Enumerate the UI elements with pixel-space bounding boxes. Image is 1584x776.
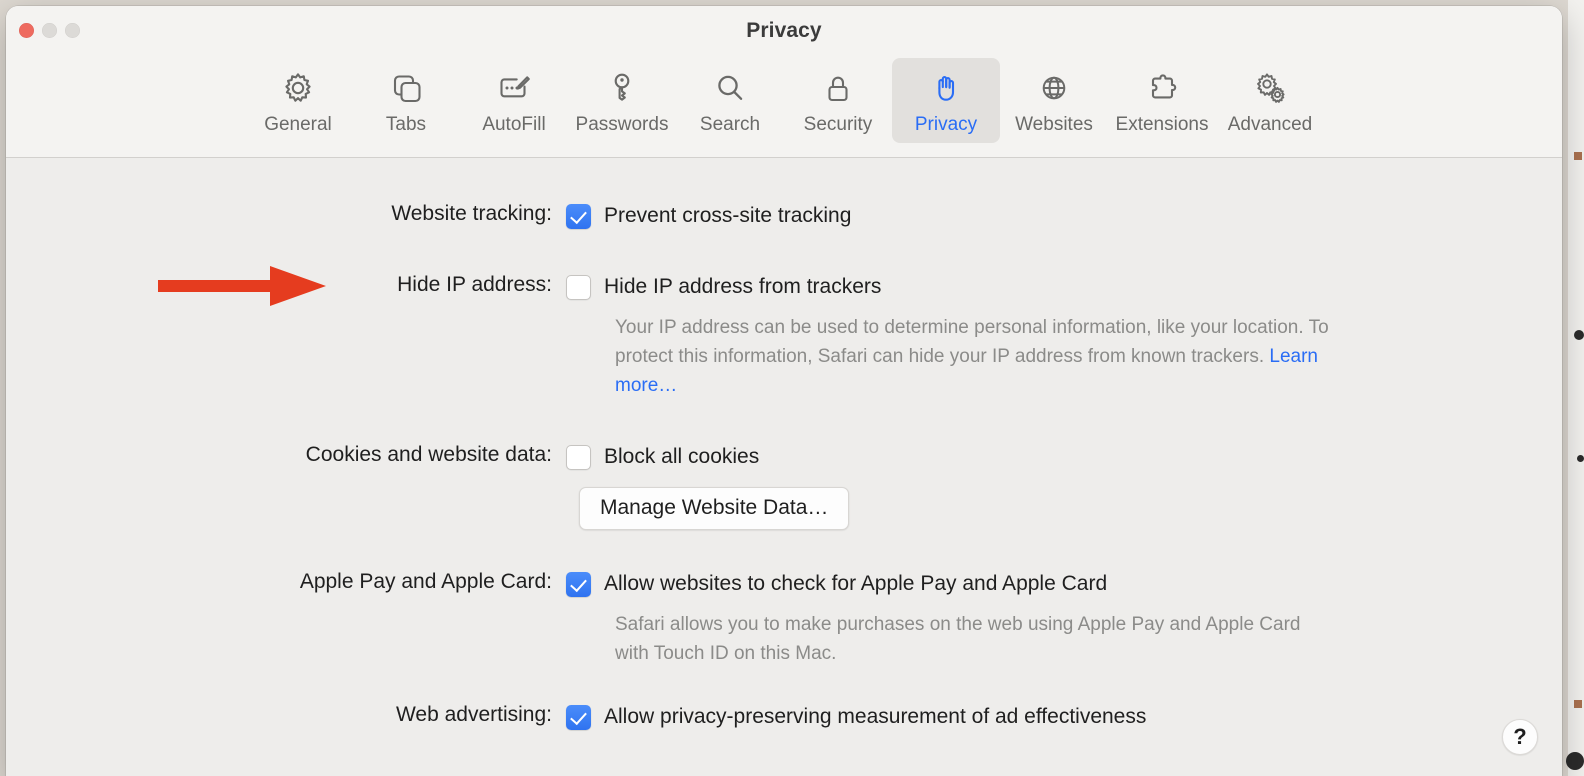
tab-label: Websites bbox=[1015, 114, 1093, 135]
tab-label: Tabs bbox=[385, 114, 427, 135]
key-icon bbox=[602, 68, 642, 108]
search-icon bbox=[710, 68, 750, 108]
lock-icon bbox=[818, 68, 858, 108]
tab-label: Extensions bbox=[1115, 114, 1209, 135]
background-dot-1 bbox=[1574, 330, 1584, 340]
preferences-toolbar: General Tabs AutoFill Passwords Search S… bbox=[6, 58, 1562, 143]
prevent-cross-site-tracking-checkbox[interactable] bbox=[566, 204, 591, 229]
tab-label: Passwords bbox=[575, 114, 669, 135]
tab-general[interactable]: General bbox=[244, 58, 352, 143]
prevent-cross-site-tracking-label[interactable]: Prevent cross-site tracking bbox=[604, 202, 851, 230]
background-dot-2 bbox=[1577, 455, 1584, 462]
allow-ad-measurement-label[interactable]: Allow privacy-preserving measurement of … bbox=[604, 703, 1146, 731]
apple-pay-control: Allow websites to check for Apple Pay an… bbox=[566, 570, 1107, 598]
web-advertising-control: Allow privacy-preserving measurement of … bbox=[566, 703, 1146, 731]
tab-label: Privacy bbox=[914, 114, 978, 135]
cookies-label: Cookies and website data: bbox=[305, 443, 552, 466]
tab-security[interactable]: Security bbox=[784, 58, 892, 143]
tab-search[interactable]: Search bbox=[676, 58, 784, 143]
help-button[interactable]: ? bbox=[1502, 719, 1538, 755]
setting-row-website-tracking: Website tracking: Prevent cross-site tra… bbox=[6, 202, 851, 230]
hide-ip-description: Your IP address can be used to determine… bbox=[615, 313, 1335, 400]
apple-pay-label: Apple Pay and Apple Card: bbox=[299, 570, 552, 593]
tab-extensions[interactable]: Extensions bbox=[1108, 58, 1216, 143]
setting-row-apple-pay: Apple Pay and Apple Card: Allow websites… bbox=[6, 570, 1107, 598]
puzzle-icon bbox=[1142, 68, 1182, 108]
cookies-control: Block all cookies bbox=[566, 443, 759, 471]
hide-ip-from-trackers-label[interactable]: Hide IP address from trackers bbox=[604, 273, 881, 301]
hide-ip-from-trackers-checkbox[interactable] bbox=[566, 275, 591, 300]
block-all-cookies-label[interactable]: Block all cookies bbox=[604, 443, 759, 471]
hide-ip-control: Hide IP address from trackers bbox=[566, 273, 881, 301]
window-title: Privacy bbox=[746, 19, 822, 42]
tab-privacy[interactable]: Privacy bbox=[892, 58, 1000, 143]
background-mark-1 bbox=[1574, 152, 1582, 160]
hide-ip-label: Hide IP address: bbox=[397, 273, 552, 296]
screen: Privacy General Tabs AutoFill Passwords … bbox=[0, 0, 1584, 776]
allow-apple-pay-label[interactable]: Allow websites to check for Apple Pay an… bbox=[604, 570, 1107, 598]
gear-icon bbox=[278, 68, 318, 108]
tab-label: General bbox=[264, 114, 332, 135]
hand-icon bbox=[926, 68, 966, 108]
apple-pay-description: Safari allows you to make purchases on t… bbox=[615, 614, 1301, 664]
website-tracking-control: Prevent cross-site tracking bbox=[566, 202, 851, 230]
tab-label: Search bbox=[699, 114, 761, 135]
globe-icon bbox=[1034, 68, 1074, 108]
manage-website-data-button[interactable]: Manage Website Data… bbox=[579, 487, 850, 530]
setting-row-hide-ip: Hide IP address: Hide IP address from tr… bbox=[6, 273, 881, 301]
window-titlebar: Privacy General Tabs AutoFill Passwords … bbox=[6, 6, 1562, 158]
tab-advanced[interactable]: Advanced bbox=[1216, 58, 1324, 143]
web-advertising-label: Web advertising: bbox=[395, 703, 552, 726]
double-gear-icon bbox=[1250, 68, 1290, 108]
block-all-cookies-checkbox[interactable] bbox=[566, 445, 591, 470]
allow-apple-pay-checkbox[interactable] bbox=[566, 572, 591, 597]
tab-label: AutoFill bbox=[482, 114, 546, 135]
tab-tabs[interactable]: Tabs bbox=[352, 58, 460, 143]
tab-websites[interactable]: Websites bbox=[1000, 58, 1108, 143]
background-window-sliver bbox=[1568, 0, 1584, 776]
setting-row-cookies: Cookies and website data: Block all cook… bbox=[6, 443, 759, 471]
background-mark-2 bbox=[1574, 700, 1582, 708]
privacy-settings-pane: Website tracking: Prevent cross-site tra… bbox=[6, 158, 1562, 776]
hide-ip-description-text: Your IP address can be used to determine… bbox=[615, 317, 1329, 367]
tab-label: Advanced bbox=[1227, 114, 1313, 135]
tab-label: Security bbox=[803, 114, 873, 135]
tabs-icon bbox=[386, 68, 426, 108]
setting-row-web-advertising: Web advertising: Allow privacy-preservin… bbox=[6, 703, 1146, 731]
autofill-icon bbox=[494, 68, 534, 108]
website-tracking-label: Website tracking: bbox=[391, 202, 552, 225]
tab-autofill[interactable]: AutoFill bbox=[460, 58, 568, 143]
allow-ad-measurement-checkbox[interactable] bbox=[566, 705, 591, 730]
tab-passwords[interactable]: Passwords bbox=[568, 58, 676, 143]
privacy-preferences-window: Privacy General Tabs AutoFill Passwords … bbox=[6, 6, 1562, 776]
background-dot-3 bbox=[1566, 752, 1584, 770]
